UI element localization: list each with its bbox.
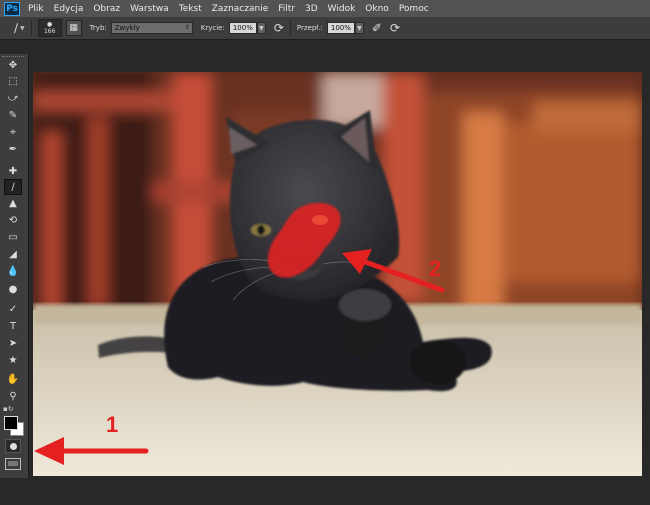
options-bar: ∕ ▼ ● 166 ▦ Tryb: Zwykły ⇕ Krycie: 100% … [0, 17, 650, 40]
type-tool[interactable]: T [4, 319, 22, 335]
chevron-down-icon: ▼ [259, 24, 264, 32]
brush-preset-icon[interactable]: ∕ [14, 21, 18, 35]
opacity-dropdown-button[interactable]: ▼ [256, 22, 266, 34]
default-colors-icon[interactable]: ▪↻ [3, 405, 14, 413]
opacity-value: 100% [232, 24, 253, 32]
airbrush-icon[interactable]: ✐ [372, 21, 382, 35]
brush-tool[interactable]: ∕ [4, 179, 22, 195]
menu-filtr[interactable]: Filtr [278, 4, 295, 14]
menu-okno[interactable]: Okno [365, 4, 389, 14]
brush-size-picker[interactable]: ● 166 [37, 19, 62, 37]
flow-input[interactable]: 100% [326, 22, 355, 34]
menu-obraz[interactable]: Obraz [93, 4, 120, 14]
hand-tool[interactable]: ✋ [4, 372, 22, 388]
custom-shape-tool[interactable]: ★ [4, 353, 22, 369]
quick-selection-tool[interactable]: ✎ [4, 108, 22, 124]
path-selection-tool[interactable]: ➤ [4, 336, 22, 352]
screen-mode-icon [8, 461, 18, 466]
chevron-down-icon: ▼ [357, 24, 362, 32]
foreground-color-swatch[interactable] [4, 416, 18, 430]
menu-pomoc[interactable]: Pomoc [399, 4, 429, 14]
opacity-label: Krycie: [200, 24, 225, 32]
mode-label: Tryb: [89, 24, 107, 32]
photoshop-logo[interactable]: Ps [4, 1, 20, 16]
brush-dot-icon: ● [47, 21, 53, 28]
tools-panel: ✥ ⬚ ⤻ ✎ ⌖ ✒ ✚ ∕ ▲ ⟲ ▭ ◢ 💧 ● ✓ T ➤ ★ ✋ ⚲ … [0, 54, 29, 478]
pen-tool[interactable]: ✓ [4, 302, 22, 318]
flow-dropdown-button[interactable]: ▼ [354, 22, 364, 34]
updown-arrow-icon: ⇕ [184, 24, 190, 31]
menu-widok[interactable]: Widok [328, 4, 356, 14]
pressure-opacity-icon[interactable]: ⟳ [274, 21, 284, 35]
paint-bucket-tool[interactable]: ◢ [4, 247, 22, 263]
lasso-tool[interactable]: ⤻ [4, 91, 22, 107]
annotation-label-1: 1 [106, 412, 119, 437]
annotation-label-2: 2 [429, 256, 442, 281]
mode-dropdown[interactable]: Zwykły ⇕ [110, 22, 193, 34]
opacity-input[interactable]: 100% [228, 22, 257, 34]
zoom-tool[interactable]: ⚲ [4, 389, 22, 405]
history-brush-tool[interactable]: ⟲ [4, 213, 22, 229]
menu-zaznaczanie[interactable]: Zaznaczanie [212, 4, 269, 14]
eraser-tool[interactable]: ▭ [4, 230, 22, 246]
separator [30, 20, 32, 36]
menu-warstwa[interactable]: Warstwa [130, 4, 169, 14]
preset-dropdown-arrow-icon[interactable]: ▼ [20, 25, 25, 32]
quick-mask-mode-button[interactable] [5, 439, 21, 453]
mode-value: Zwykły [114, 24, 140, 32]
menu-3d[interactable]: 3D [305, 4, 318, 14]
spot-healing-brush-tool[interactable]: ✚ [4, 164, 22, 180]
move-tool[interactable]: ✥ [4, 58, 22, 74]
crop-tool[interactable]: ⌖ [4, 125, 22, 141]
eyedropper-tool[interactable]: ✒ [4, 142, 22, 158]
separator [289, 20, 291, 36]
clone-stamp-tool[interactable]: ▲ [4, 196, 22, 212]
quick-mask-icon [9, 442, 17, 450]
menu-bar: Ps Plik Edycja Obraz Warstwa Tekst Zazna… [0, 0, 650, 17]
menu-plik[interactable]: Plik [28, 4, 44, 14]
brush-size-value: 166 [43, 28, 56, 35]
screen-mode-button[interactable] [5, 458, 21, 470]
dodge-tool[interactable]: ● [4, 282, 22, 298]
annotation-arrow-1 [34, 437, 149, 465]
menu-edycja[interactable]: Edycja [54, 4, 84, 14]
blur-tool[interactable]: 💧 [4, 264, 22, 280]
brush-panel-toggle-button[interactable]: ▦ [65, 20, 82, 36]
menu-tekst[interactable]: Tekst [179, 4, 202, 14]
brush-panel-icon: ▦ [69, 23, 78, 33]
flow-label: Przepł.: [296, 24, 323, 32]
rectangular-marquee-tool[interactable]: ⬚ [4, 74, 22, 90]
pressure-size-icon[interactable]: ⟳ [390, 21, 400, 35]
flow-value: 100% [330, 24, 351, 32]
